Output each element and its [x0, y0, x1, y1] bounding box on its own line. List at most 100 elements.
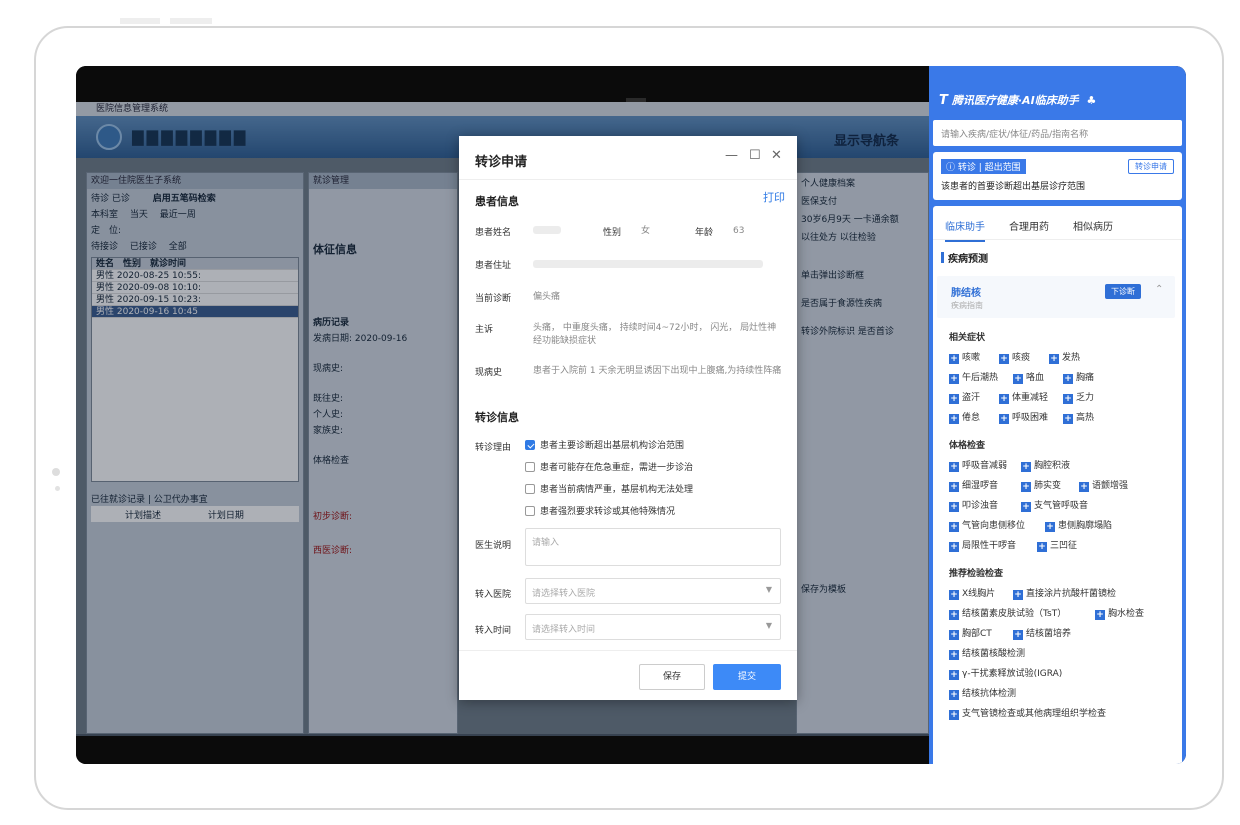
- symptom-chip[interactable]: + 高热: [1063, 410, 1094, 424]
- time-placeholder: 请选择转入时间: [532, 625, 596, 635]
- chip-label: 发热: [1062, 353, 1081, 363]
- section-bar: [941, 252, 944, 263]
- test-chip[interactable]: + 结核菌核酸检测: [949, 646, 1025, 660]
- reason-option[interactable]: 患者主要诊断超出基层机构诊治范围: [525, 438, 684, 451]
- disease-card[interactable]: 肺结核 疾病指南 下诊断 ⌃: [937, 276, 1175, 318]
- symptom-chip[interactable]: + 发热: [1049, 350, 1080, 364]
- exam-chip[interactable]: + 支气管呼吸音: [1021, 498, 1088, 512]
- chevron-down-icon: ▼: [765, 585, 772, 594]
- exam-chip[interactable]: + 胸腔积液: [1021, 458, 1070, 472]
- submit-button[interactable]: 提交: [713, 664, 781, 690]
- plus-icon: +: [949, 670, 959, 680]
- name-label: 患者姓名: [475, 228, 512, 238]
- hospital-select[interactable]: 请选择转入医院 ▼: [525, 578, 781, 604]
- test-chip[interactable]: + 胸水检查: [1095, 606, 1144, 620]
- test-chip[interactable]: + 结核菌培养: [1013, 626, 1071, 640]
- plus-icon: +: [1063, 374, 1073, 384]
- exam-chip[interactable]: + 患侧胸廓塌陷: [1045, 518, 1112, 532]
- test-chip[interactable]: + γ-干扰素释放试验(IGRA): [949, 666, 1062, 680]
- plus-icon: +: [1063, 414, 1073, 424]
- alert-tag: ⓘ 转诊 | 超出范围: [941, 159, 1026, 174]
- symptom-chip[interactable]: + 胸痛: [1063, 370, 1094, 384]
- chip-label: 支气管呼吸音: [1034, 501, 1089, 511]
- predict-title: 疾病预测: [941, 250, 988, 265]
- plus-icon: +: [949, 482, 959, 492]
- chip-label: 支气管镜检查或其他病理组织学检查: [962, 709, 1107, 719]
- tab-clinical[interactable]: 临床助手: [945, 218, 985, 242]
- print-button[interactable]: 打印: [763, 189, 785, 205]
- referral-apply-button[interactable]: 转诊申请: [1128, 159, 1174, 174]
- bell-icon[interactable]: ♣: [1087, 94, 1097, 107]
- test-chip[interactable]: + 结核抗体检测: [949, 686, 1016, 700]
- assistant-body: 临床助手 合理用药 相似病历 疾病预测 肺结核 疾病指南 下诊断 ⌃ 相关症状 …: [933, 206, 1182, 764]
- test-chip[interactable]: + 结核菌素皮肤试验（TsT）: [949, 606, 1066, 620]
- chip-label: X线胸片: [962, 589, 996, 599]
- exam-chip[interactable]: + 语颤增强: [1079, 478, 1128, 492]
- exam-chip[interactable]: + 叩诊浊音: [949, 498, 998, 512]
- age-label: 年龄: [695, 228, 714, 238]
- plus-icon: +: [1021, 502, 1031, 512]
- assistant-tabs: 临床助手 合理用药 相似病历: [933, 206, 1182, 242]
- patient-section-title: 患者信息: [475, 195, 519, 208]
- symptom-chip[interactable]: + 倦怠: [949, 410, 980, 424]
- reason-option[interactable]: 患者当前病情严重，基层机构无法处理: [525, 482, 693, 495]
- symptom-chip[interactable]: + 咯血: [1013, 370, 1044, 384]
- exam-chip[interactable]: + 细湿啰音: [949, 478, 998, 492]
- test-chip[interactable]: + 胸部CT: [949, 626, 992, 640]
- symptom-chip[interactable]: + 咳嗽: [949, 350, 980, 364]
- tab-similar[interactable]: 相似病历: [1073, 218, 1113, 233]
- reason-option[interactable]: 患者可能存在危急重症，需进一步诊治: [525, 460, 693, 473]
- chip-label: 三凹征: [1050, 541, 1078, 551]
- chevron-up-icon[interactable]: ⌃: [1155, 284, 1163, 295]
- symptom-chip[interactable]: + 乏力: [1063, 390, 1094, 404]
- time-select[interactable]: 请选择转入时间 ▼: [525, 614, 781, 640]
- chip-label: 胸部CT: [962, 629, 992, 639]
- plus-icon: +: [949, 610, 959, 620]
- exam-chip[interactable]: + 三凹征: [1037, 538, 1077, 552]
- test-chip[interactable]: + 支气管镜检查或其他病理组织学检查: [949, 706, 1106, 720]
- disease-guide-link[interactable]: 疾病指南: [951, 300, 983, 311]
- plus-icon: +: [1037, 542, 1047, 552]
- disease-name[interactable]: 肺结核: [951, 284, 981, 299]
- doctor-note-input[interactable]: 请输入: [525, 528, 781, 566]
- reason-option[interactable]: 患者强烈要求转诊或其他特殊情况: [525, 504, 675, 517]
- checkbox[interactable]: [525, 461, 535, 472]
- checkbox[interactable]: [525, 505, 535, 516]
- test-chip[interactable]: + 直接涂片抗酸杆菌镜检: [1013, 586, 1116, 600]
- symptom-chip[interactable]: + 呼吸困难: [999, 410, 1048, 424]
- chip-label: 胸水检查: [1108, 609, 1145, 619]
- checkbox-checked[interactable]: [525, 439, 535, 450]
- time-label: 转入时间: [475, 626, 512, 636]
- present-label: 现病史: [475, 368, 503, 378]
- plus-icon: +: [949, 710, 959, 720]
- diagnose-button[interactable]: 下诊断: [1105, 284, 1141, 299]
- checkbox[interactable]: [525, 483, 535, 494]
- assistant-header: T 腾讯医疗健康·AI临床助手 ♣: [929, 66, 1186, 118]
- info-icon: ⓘ: [946, 163, 958, 173]
- reason-text: 患者可能存在危急重症，需进一步诊治: [540, 463, 694, 473]
- assistant-search-input[interactable]: 请输入疾病/症状/体征/药品/指南名称: [933, 120, 1182, 146]
- exam-chip[interactable]: + 呼吸音减弱: [949, 458, 1007, 472]
- symptom-chip[interactable]: + 盗汗: [949, 390, 980, 404]
- exam-chip[interactable]: + 肺实变: [1021, 478, 1061, 492]
- tab-medication[interactable]: 合理用药: [1009, 218, 1049, 233]
- exam-chip[interactable]: + 气管向患侧移位: [949, 518, 1025, 532]
- plus-icon: +: [949, 374, 959, 384]
- test-chip[interactable]: + X线胸片: [949, 586, 995, 600]
- save-button[interactable]: 保存: [639, 664, 705, 690]
- symptom-chip[interactable]: + 午后潮热: [949, 370, 998, 384]
- close-icon[interactable]: ✕: [771, 148, 782, 163]
- minimize-icon[interactable]: —: [725, 148, 738, 163]
- plus-icon: +: [1079, 482, 1089, 492]
- symptom-chip[interactable]: + 体重减轻: [999, 390, 1048, 404]
- plus-icon: +: [949, 630, 959, 640]
- maximize-icon[interactable]: ☐: [749, 148, 761, 163]
- plus-icon: +: [949, 502, 959, 512]
- chip-label: 乏力: [1076, 393, 1095, 403]
- exam-chip[interactable]: + 局限性干啰音: [949, 538, 1016, 552]
- symptom-chip[interactable]: + 咳痰: [999, 350, 1030, 364]
- ai-assistant-panel: T 腾讯医疗健康·AI临床助手 ♣ 请输入疾病/症状/体征/药品/指南名称 ⓘ 转…: [929, 66, 1186, 764]
- reason-text: 患者主要诊断超出基层机构诊治范围: [540, 441, 685, 451]
- chip-label: 呼吸困难: [1012, 413, 1049, 423]
- plus-icon: +: [949, 354, 959, 364]
